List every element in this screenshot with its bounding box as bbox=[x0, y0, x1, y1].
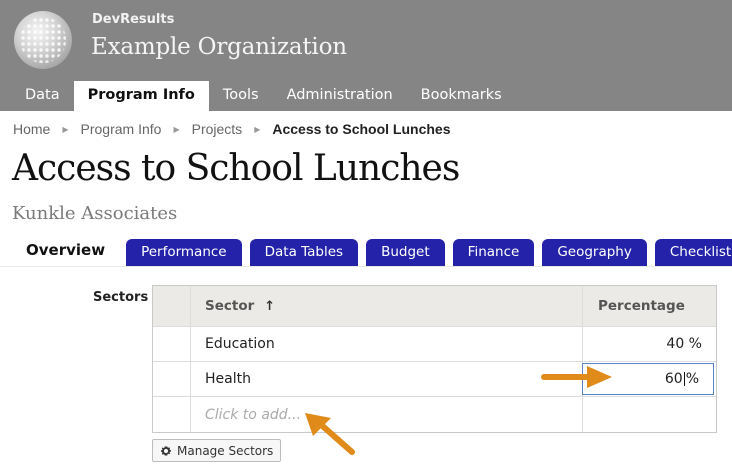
sector-cell[interactable]: Health bbox=[191, 362, 583, 396]
arrow-up-icon: ↑ bbox=[264, 298, 276, 314]
breadcrumb-projects[interactable]: Projects bbox=[192, 121, 243, 137]
sector-cell[interactable]: Education bbox=[191, 327, 583, 361]
breadcrumb-separator-icon: ▶ bbox=[62, 124, 69, 134]
devresults-logo[interactable] bbox=[14, 11, 72, 69]
manage-sectors-button[interactable]: Manage Sectors bbox=[152, 439, 282, 462]
add-row[interactable]: Click to add... bbox=[153, 397, 716, 432]
breadcrumb-separator-icon: ▶ bbox=[254, 124, 261, 134]
tab-finance[interactable]: Finance bbox=[452, 239, 535, 266]
tab-data-tables[interactable]: Data Tables bbox=[249, 239, 359, 266]
sectors-label: Sectors bbox=[93, 290, 149, 305]
tab-performance[interactable]: Performance bbox=[126, 239, 242, 266]
nav-program-info[interactable]: Program Info bbox=[73, 81, 209, 111]
breadcrumb-home[interactable]: Home bbox=[13, 121, 50, 137]
tab-geography[interactable]: Geography bbox=[542, 239, 647, 266]
breadcrumb-separator-icon: ▶ bbox=[173, 124, 180, 134]
text-caret bbox=[683, 372, 685, 386]
page-subtitle: Kunkle Associates bbox=[12, 203, 178, 224]
table-row[interactable]: Education 40 % bbox=[153, 327, 716, 362]
nav-tools[interactable]: Tools bbox=[209, 81, 273, 111]
main-nav: Data Program Info Tools Administration B… bbox=[11, 81, 516, 111]
sectors-grid: Sector ↑ Percentage Education 40 % Healt… bbox=[152, 285, 717, 433]
breadcrumb-current: Access to School Lunches bbox=[272, 121, 451, 137]
app-header: DevResults Example Organization Data Pro… bbox=[0, 0, 732, 111]
nav-administration[interactable]: Administration bbox=[273, 81, 407, 111]
gear-icon bbox=[161, 446, 171, 455]
annotation-arrow-icon bbox=[541, 366, 612, 388]
sector-column-header[interactable]: Sector ↑ bbox=[191, 286, 583, 326]
grid-header-row: Sector ↑ Percentage bbox=[153, 286, 716, 327]
percentage-cell[interactable]: 40 % bbox=[583, 327, 716, 361]
page-title: Access to School Lunches bbox=[12, 148, 460, 189]
nav-data[interactable]: Data bbox=[11, 81, 74, 111]
organization-name: Example Organization bbox=[91, 34, 347, 60]
brand-name: DevResults bbox=[92, 12, 175, 27]
nav-bookmarks[interactable]: Bookmarks bbox=[407, 81, 516, 111]
percentage-column-header[interactable]: Percentage bbox=[583, 286, 716, 326]
project-tabs: Overview Performance Data Tables Budget … bbox=[13, 235, 732, 266]
add-sector-field[interactable]: Click to add... bbox=[191, 397, 583, 432]
breadcrumb: Home ▶ Program Info ▶ Projects ▶ Access … bbox=[13, 121, 451, 137]
annotation-arrow-icon bbox=[305, 413, 355, 455]
table-row[interactable]: Health 60% bbox=[153, 362, 716, 397]
tab-overview[interactable]: Overview bbox=[13, 235, 119, 266]
tab-checklists[interactable]: Checklists bbox=[654, 239, 732, 266]
tab-budget[interactable]: Budget bbox=[366, 239, 445, 266]
breadcrumb-program-info[interactable]: Program Info bbox=[81, 121, 162, 137]
